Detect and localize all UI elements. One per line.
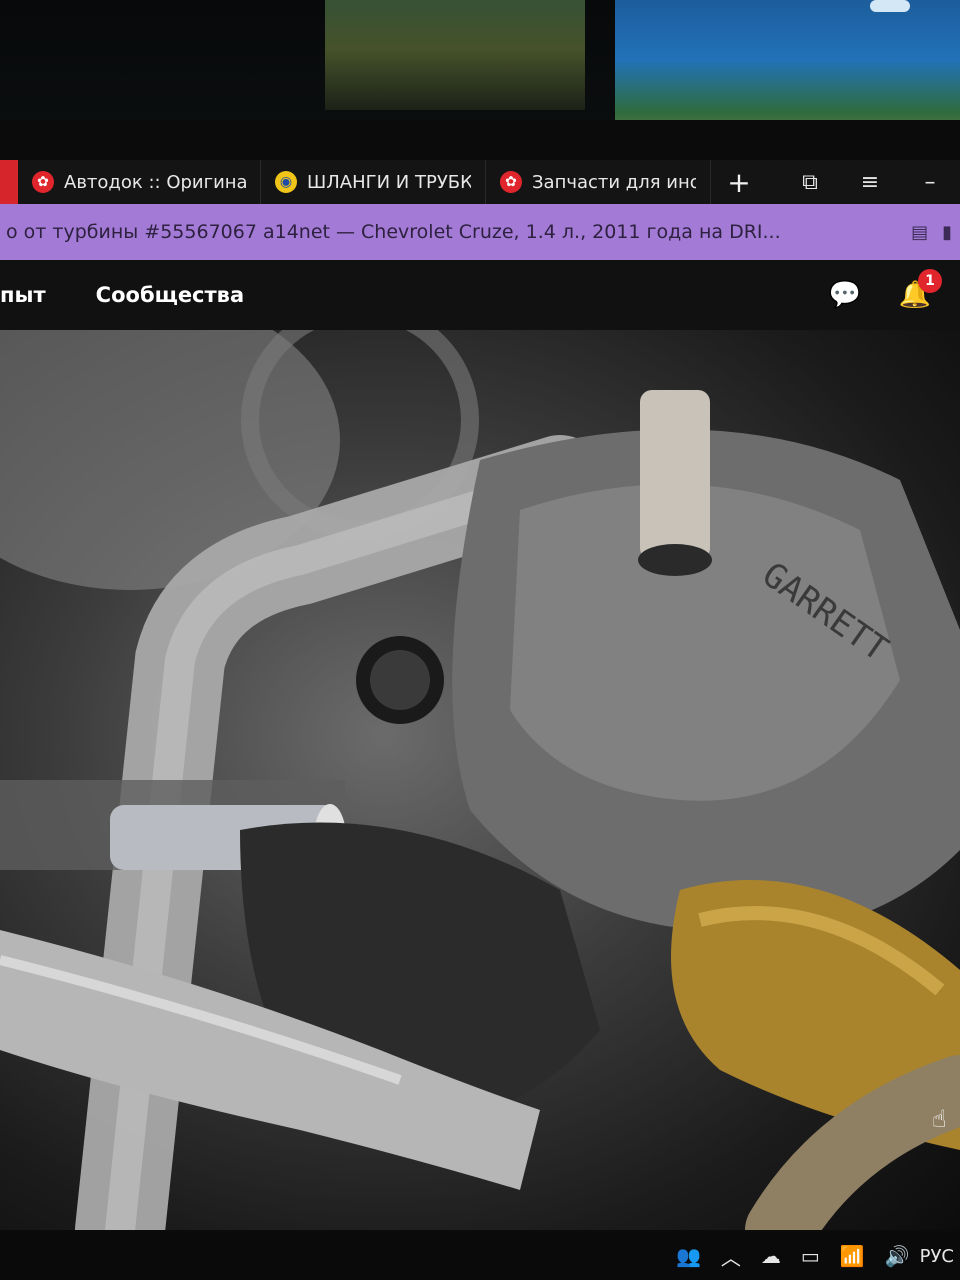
engine-bay-photo: GARRETT [0, 330, 960, 1230]
people-icon[interactable]: 👥 [666, 1232, 711, 1280]
language-indicator[interactable]: РУС [920, 1246, 960, 1267]
autodoc-favicon-icon: ✿ [32, 171, 54, 193]
volume-icon[interactable]: 🔊 [875, 1232, 920, 1280]
aquarium-left [325, 0, 585, 110]
bookmark-icon[interactable]: ▮ [942, 222, 952, 243]
sync-error-icon[interactable]: ☁ [751, 1232, 791, 1280]
autodoc-favicon-icon: ✿ [500, 171, 522, 193]
notifications-bell-icon[interactable]: 🔔 1 [890, 269, 942, 315]
site-navigation: пыт Сообщества 💬 🔔 1 [0, 260, 960, 330]
address-bar[interactable]: о от турбины #55567067 a14net — Chevrole… [0, 204, 960, 260]
windows-taskbar: 👥 ︿ ☁ ▭ 📶 🔊 РУС [0, 1232, 960, 1280]
minimize-icon[interactable]: – [900, 160, 960, 204]
tab-label: Запчасти для ином [532, 171, 696, 193]
globe-favicon-icon: ◉ [275, 171, 297, 193]
new-tab-button[interactable]: + [711, 160, 767, 204]
tab-label: ШЛАНГИ И ТРУБКИ [307, 171, 471, 193]
nav-item-experience[interactable]: пыт [0, 283, 46, 307]
tab-active-edge[interactable] [0, 160, 18, 204]
monitor-screen: ✿ Автодок :: Оригина ◉ ШЛАНГИ И ТРУБКИ ✿… [0, 120, 960, 1280]
hand-cursor-icon: ☝ [932, 1105, 947, 1133]
menu-icon[interactable]: ≡ [840, 160, 900, 204]
tab-hoses[interactable]: ◉ ШЛАНГИ И ТРУБКИ [261, 160, 486, 204]
battery-icon[interactable]: ▭ [791, 1232, 830, 1280]
wifi-icon[interactable]: 📶 [830, 1232, 875, 1280]
messages-icon[interactable]: 💬 [820, 275, 870, 315]
lamp-glow [870, 0, 910, 12]
tab-parts[interactable]: ✿ Запчасти для ином [486, 160, 711, 204]
url-text[interactable]: о от турбины #55567067 a14net — Chevrole… [0, 221, 911, 243]
notifications-badge: 1 [918, 269, 942, 293]
nav-item-communities[interactable]: Сообщества [96, 283, 244, 307]
tab-autodoc[interactable]: ✿ Автодок :: Оригина [18, 160, 261, 204]
chevron-up-icon[interactable]: ︿ [711, 1232, 751, 1280]
browser-tab-bar: ✿ Автодок :: Оригина ◉ ШЛАНГИ И ТРУБКИ ✿… [0, 160, 960, 204]
engine-bay-illustration: GARRETT [0, 330, 960, 1230]
reader-mode-icon[interactable]: ▤ [911, 222, 928, 243]
collections-icon[interactable]: ⧉ [780, 160, 840, 204]
tab-label: Автодок :: Оригина [64, 171, 246, 193]
